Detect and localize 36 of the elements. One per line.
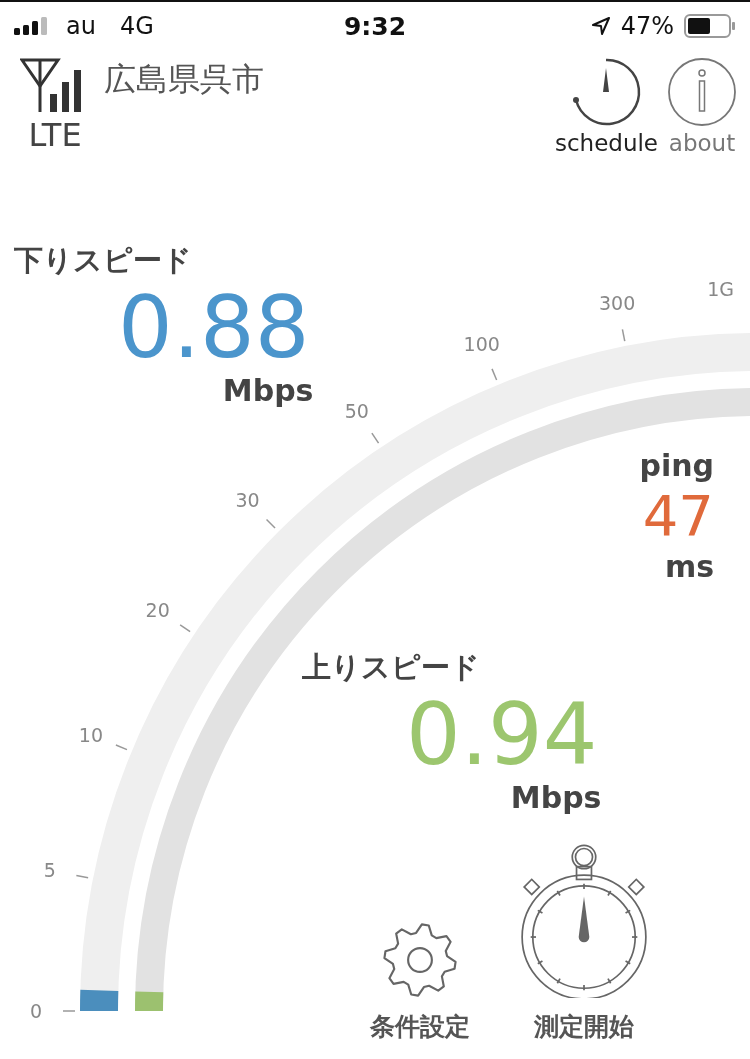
tick-mark: [265, 518, 276, 529]
battery-percent: 47%: [620, 12, 674, 40]
download-speed-unit: Mbps: [222, 373, 314, 408]
ping-label: ping: [639, 448, 714, 483]
tick-mark: [75, 874, 89, 879]
tick-label: 5: [43, 859, 56, 882]
tick-mark: [371, 432, 380, 444]
tick-label: 30: [235, 489, 260, 512]
download-speed-label: 下りスピード: [14, 242, 192, 279]
tick-label: 50: [344, 399, 369, 422]
tick-mark: [621, 328, 626, 342]
ping-unit: ms: [664, 549, 714, 584]
settings-button[interactable]: 条件設定: [370, 922, 470, 1043]
upload-speed-value: 0.94: [406, 688, 598, 780]
schedule-button[interactable]: schedule: [554, 56, 658, 156]
battery-icon: [684, 14, 736, 38]
tick-mark: [179, 624, 191, 633]
ping-value: 47: [642, 483, 714, 549]
download-speed-value: 0.88: [118, 281, 310, 373]
network-type: LTE: [28, 116, 82, 154]
tick-label: 0: [29, 1000, 43, 1022]
clock-time: 9:32: [343, 11, 407, 41]
network-label: 4G: [119, 12, 154, 40]
tick-label: 10: [78, 723, 104, 746]
location-name: 広島県呉市: [104, 59, 264, 100]
upload-speed-label: 上りスピード: [302, 649, 481, 686]
tick-mark: [62, 1010, 76, 1012]
tick-mark: [115, 744, 128, 751]
tick-label: 1G: [707, 278, 734, 300]
carrier-name: au: [66, 12, 96, 40]
upload-speed-unit: Mbps: [510, 780, 602, 815]
tick-label: 20: [145, 598, 170, 621]
tick-mark: [491, 368, 498, 381]
tick-label: 100: [463, 332, 500, 355]
location-arrow-icon: [590, 16, 611, 36]
tick-label: 300: [599, 291, 636, 314]
